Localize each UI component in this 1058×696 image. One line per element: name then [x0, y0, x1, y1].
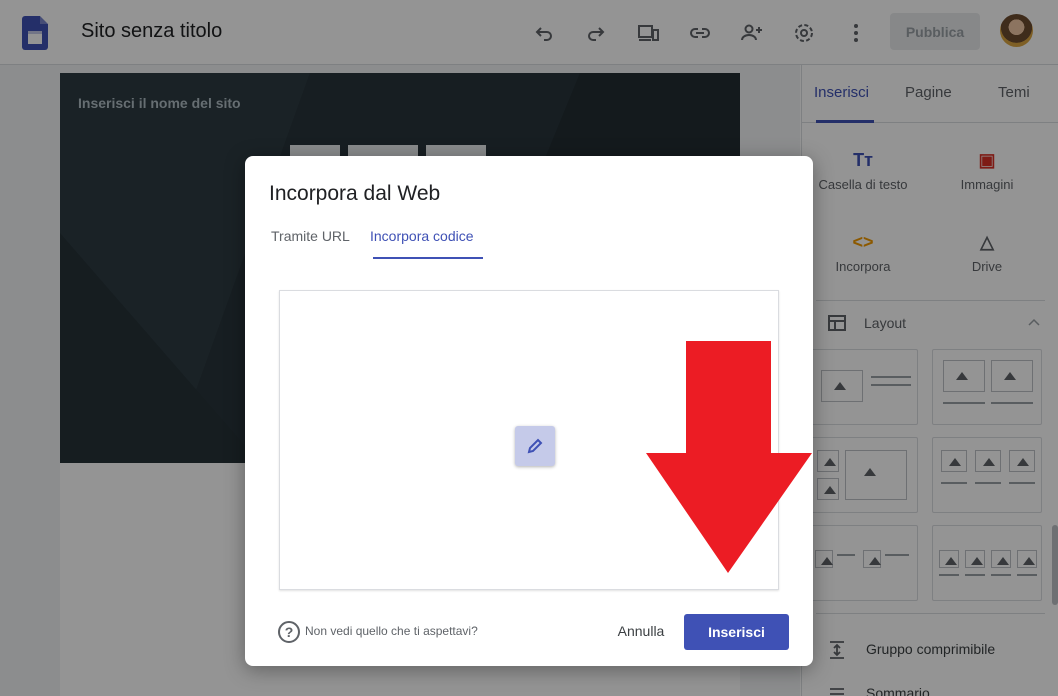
red-down-arrow — [646, 341, 812, 573]
cancel-button[interactable]: Annulla — [608, 614, 674, 648]
tab-by-url[interactable]: Tramite URL — [271, 228, 350, 244]
tab-embed-code[interactable]: Incorpora codice — [370, 228, 474, 244]
dialog-title: Incorpora dal Web — [269, 182, 441, 205]
pencil-icon — [527, 438, 543, 454]
help-link[interactable]: Non vedi quello che ti aspettavi? — [305, 624, 478, 638]
edit-code-button[interactable] — [515, 426, 555, 466]
active-tab-indicator — [373, 257, 483, 259]
insert-button[interactable]: Inserisci — [684, 614, 789, 650]
help-icon[interactable]: ? — [278, 621, 300, 643]
